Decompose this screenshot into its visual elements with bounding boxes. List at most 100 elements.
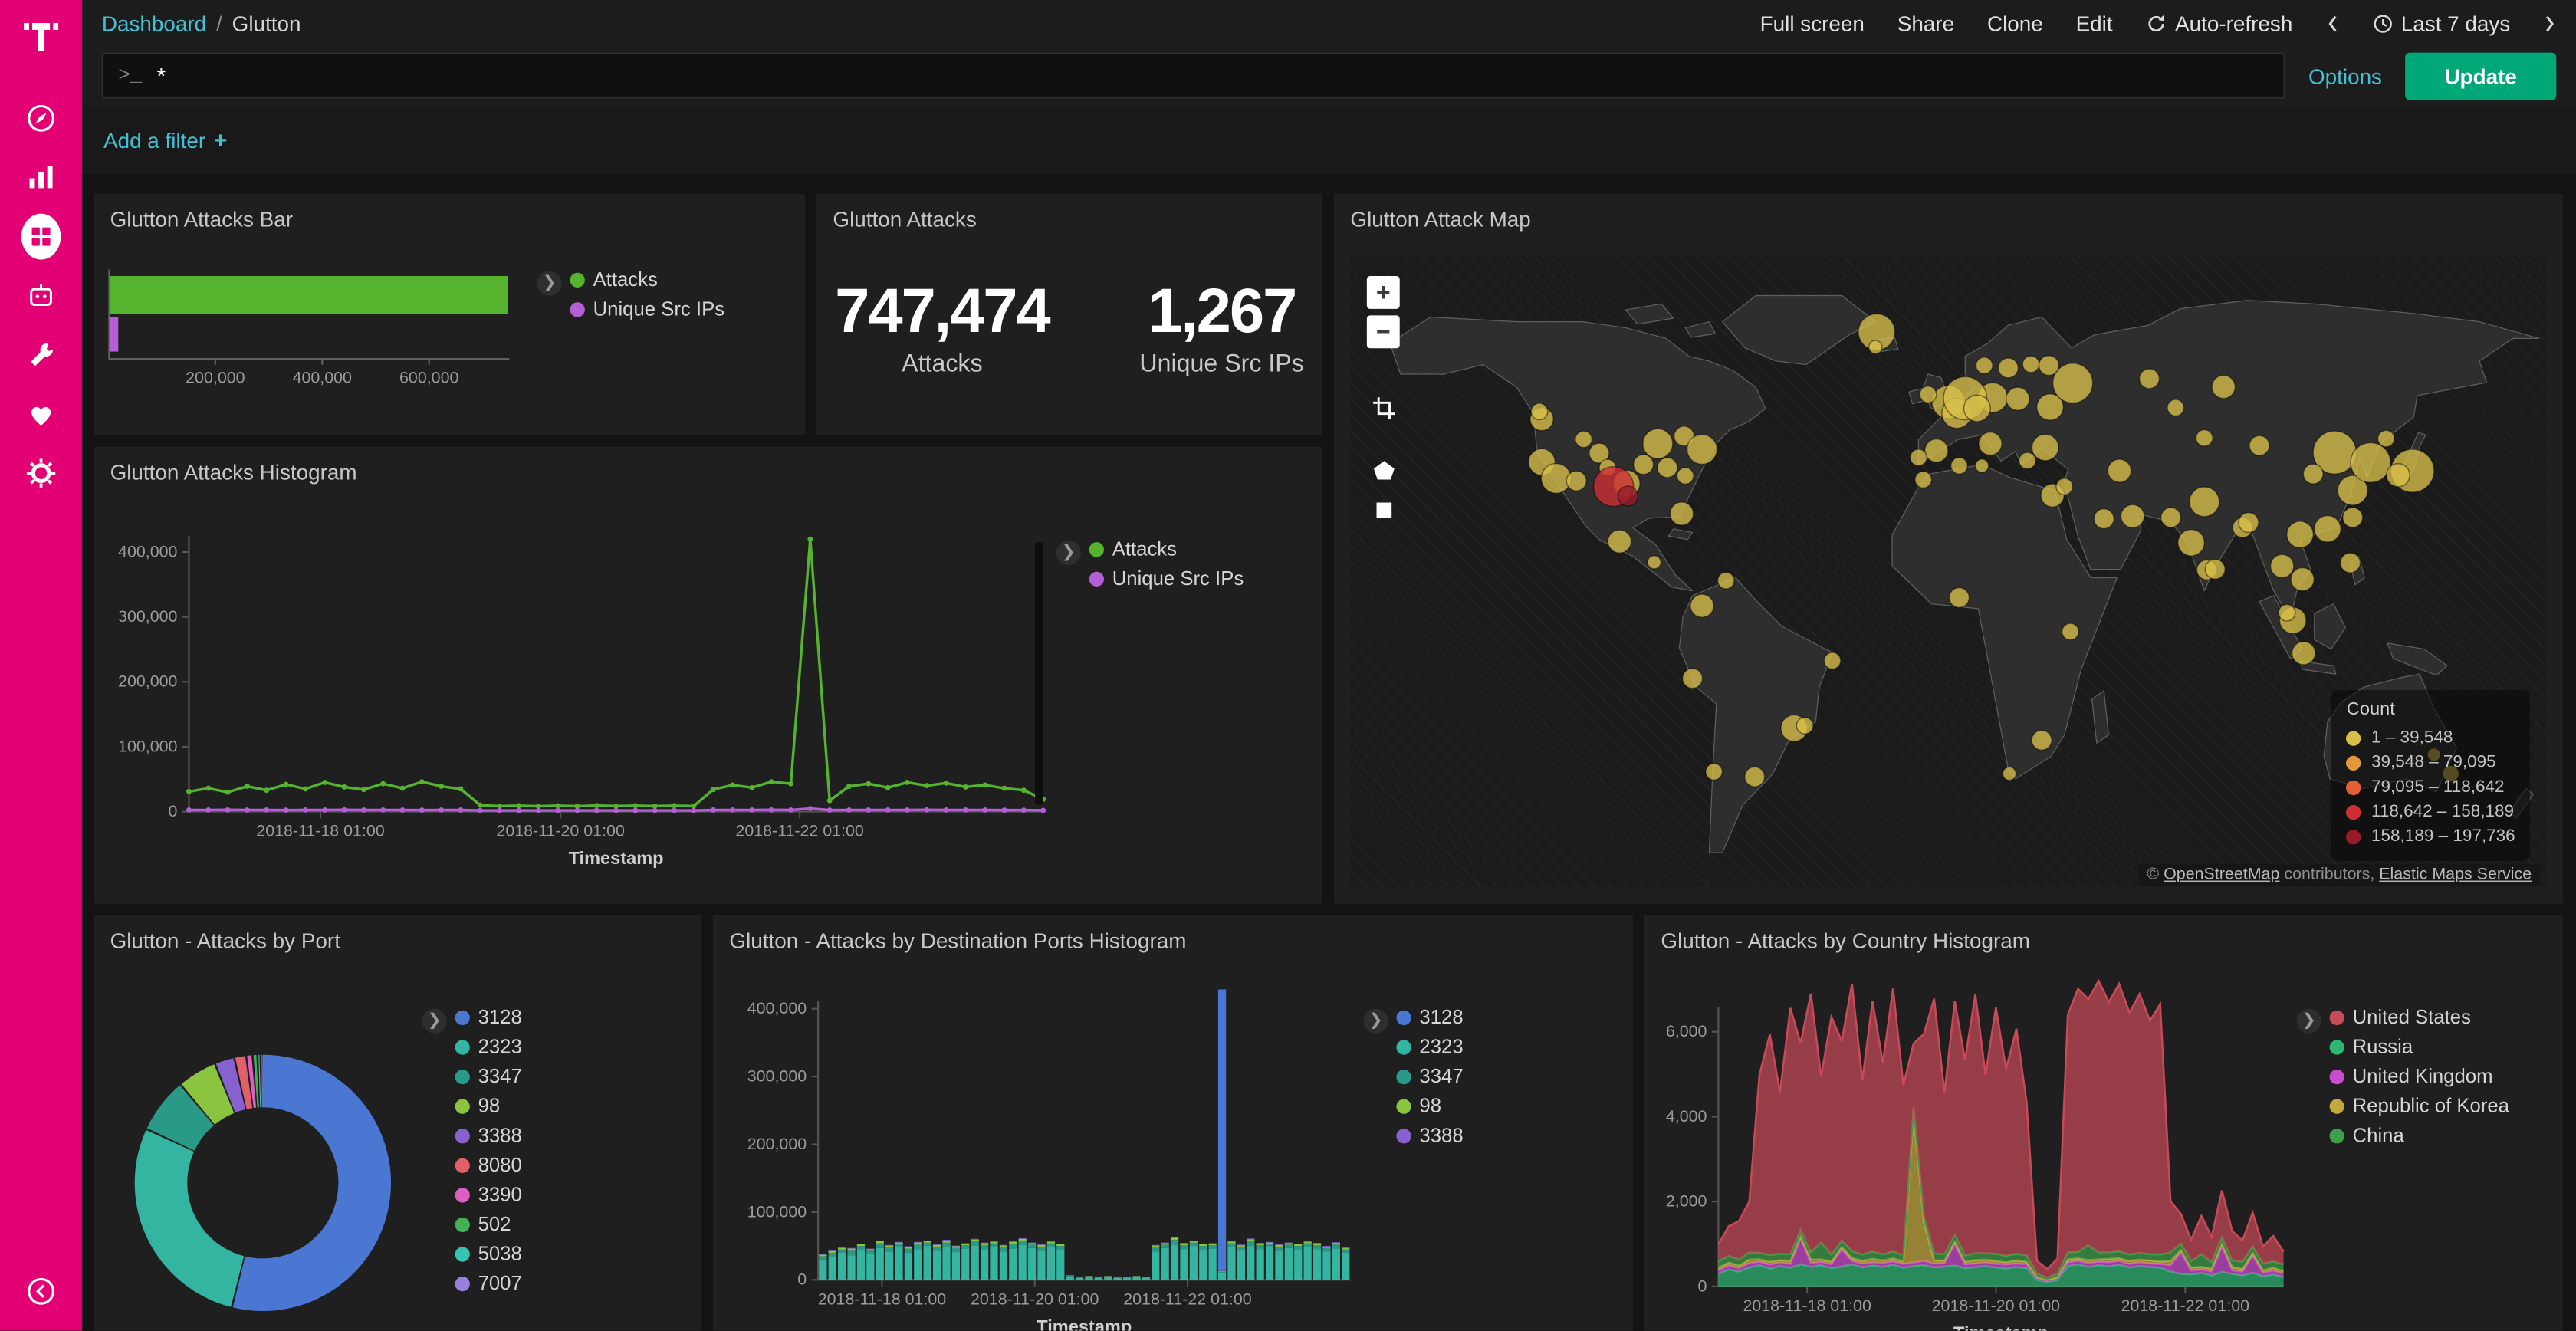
- stacked-bar-segment-3347[interactable]: [1304, 1244, 1312, 1247]
- stacked-bar-segment-98[interactable]: [876, 1241, 884, 1244]
- stacked-bar-segment-98[interactable]: [1257, 1244, 1264, 1245]
- stacked-bar-segment-3388[interactable]: [981, 1243, 988, 1244]
- stacked-bar-segment-3388[interactable]: [1322, 1246, 1330, 1247]
- sidebar-item-visualize[interactable]: [21, 158, 61, 197]
- stacked-bar-segment-98[interactable]: [961, 1244, 969, 1245]
- stacked-bar-segment-3347[interactable]: [1171, 1240, 1178, 1244]
- legend-item-3347[interactable]: 3347: [1396, 1066, 1463, 1088]
- legend-item-Attacks[interactable]: Attacks: [1089, 539, 1244, 560]
- stacked-bar-segment-3388[interactable]: [1047, 1241, 1055, 1242]
- attack-bubble[interactable]: [2292, 642, 2315, 665]
- attack-bubble[interactable]: [2022, 356, 2039, 373]
- attack-bubble[interactable]: [2178, 530, 2205, 557]
- stacked-bar-segment-98[interactable]: [1332, 1243, 1340, 1244]
- stacked-bar-segment-98[interactable]: [1247, 1239, 1254, 1241]
- stacked-bar-segment-2323[interactable]: [1028, 1248, 1036, 1280]
- attack-bubble[interactable]: [1691, 594, 1714, 617]
- stacked-bar-segment-2323[interactable]: [1237, 1250, 1245, 1280]
- stacked-bar-segment-3347[interactable]: [961, 1245, 969, 1248]
- stacked-bar-segment-3347[interactable]: [838, 1250, 846, 1253]
- stacked-bar-segment-98[interactable]: [1009, 1242, 1017, 1244]
- legend-item-Unique Src IPs[interactable]: Unique Src IPs: [1089, 568, 1244, 590]
- stacked-bar-segment-3388[interactable]: [895, 1242, 902, 1243]
- stacked-bar-segment-2323[interactable]: [924, 1246, 932, 1280]
- sidebar-item-discover[interactable]: [21, 99, 61, 138]
- stacked-bar-segment-2323[interactable]: [1152, 1251, 1159, 1280]
- stacked-bar-segment-98[interactable]: [1227, 1241, 1235, 1243]
- stacked-bar-segment-3388[interactable]: [1313, 1243, 1321, 1244]
- attack-bubble[interactable]: [2270, 554, 2293, 577]
- stacked-bar-segment-3388[interactable]: [971, 1239, 979, 1240]
- attack-bubble[interactable]: [1869, 340, 1882, 353]
- stacked-bar-segment-98[interactable]: [1237, 1245, 1245, 1247]
- attack-bubble[interactable]: [2249, 435, 2269, 455]
- stacked-bar-segment-3347[interactable]: [1009, 1244, 1017, 1248]
- stacked-bar-segment-2323[interactable]: [1285, 1248, 1293, 1280]
- stacked-bar-segment-98[interactable]: [1162, 1244, 1169, 1245]
- attack-bubble[interactable]: [1677, 468, 1694, 485]
- stacked-bar-segment-3347[interactable]: [1114, 1277, 1122, 1278]
- stacked-bar-segment-98[interactable]: [933, 1245, 941, 1247]
- stacked-bar-segment-3347[interactable]: [1056, 1246, 1064, 1250]
- attack-bubble[interactable]: [2343, 508, 2363, 527]
- stacked-bar-segment-2323[interactable]: [1342, 1253, 1349, 1280]
- attack-bubble[interactable]: [1915, 472, 1932, 488]
- query-options-link[interactable]: Options: [2308, 64, 2382, 88]
- attack-bubble[interactable]: [2062, 623, 2079, 640]
- stacked-bar-segment-98[interactable]: [981, 1244, 988, 1246]
- clone-button[interactable]: Clone: [1987, 11, 2043, 35]
- draw-rectangle-button[interactable]: [1367, 493, 1400, 526]
- time-forward-button[interactable]: [2543, 12, 2556, 34]
- draw-polygon-button[interactable]: [1367, 453, 1400, 486]
- stacked-bar-segment-2323[interactable]: [1266, 1247, 1273, 1280]
- sidebar-item-dashboard[interactable]: [21, 217, 61, 256]
- stacked-bar-segment-3388[interactable]: [1019, 1238, 1027, 1239]
- stacked-bar-segment-98[interactable]: [886, 1246, 893, 1247]
- stacked-bar-segment-98[interactable]: [952, 1247, 960, 1248]
- attack-bubble[interactable]: [1925, 439, 1948, 462]
- stacked-bar-segment-2323[interactable]: [1199, 1250, 1207, 1280]
- stacked-bar-segment-3347[interactable]: [1342, 1250, 1349, 1253]
- attack-bubble[interactable]: [2139, 369, 2159, 389]
- stacked-bar-segment-2323[interactable]: [1162, 1248, 1169, 1280]
- stacked-bar-segment-2323[interactable]: [1066, 1277, 1074, 1280]
- stacked-bar-segment-2323[interactable]: [1019, 1244, 1027, 1280]
- attack-bubble[interactable]: [1683, 669, 1703, 689]
- stacked-bar-segment-98[interactable]: [971, 1240, 979, 1241]
- attack-bubble[interactable]: [2039, 356, 2058, 376]
- stacked-bar-segment-2323[interactable]: [1227, 1247, 1235, 1280]
- stacked-bar-segment-2323[interactable]: [961, 1249, 969, 1280]
- legend-item-7007[interactable]: 7007: [455, 1273, 522, 1295]
- stacked-bar-segment-2323[interactable]: [829, 1257, 836, 1280]
- stacked-bar-segment-2323[interactable]: [886, 1251, 893, 1280]
- stacked-bar-segment-2323[interactable]: [1047, 1247, 1055, 1280]
- attack-bubble[interactable]: [2303, 464, 2323, 484]
- attack-bubble[interactable]: [1643, 429, 1673, 458]
- legend-item-United States[interactable]: United States: [2330, 1007, 2509, 1029]
- attack-bubble[interactable]: [1576, 431, 1592, 448]
- stacked-bar-segment-2323[interactable]: [847, 1255, 855, 1280]
- stacked-bar-segment-2323[interactable]: [1304, 1247, 1312, 1280]
- legend-item-3388[interactable]: 3388: [1396, 1126, 1463, 1147]
- panel-title[interactable]: Glutton Attack Map: [1334, 194, 2563, 235]
- legend-item-3390[interactable]: 3390: [455, 1185, 522, 1206]
- stacked-bar-segment-3388[interactable]: [914, 1242, 922, 1243]
- stacked-bar-segment-98[interactable]: [847, 1249, 855, 1251]
- time-back-button[interactable]: [2325, 12, 2338, 34]
- stacked-bar-segment-2323[interactable]: [1076, 1278, 1083, 1280]
- stacked-bar-segment-3347[interactable]: [1266, 1244, 1273, 1247]
- attack-bubble[interactable]: [2190, 487, 2220, 517]
- legend-item-3347[interactable]: 3347: [455, 1066, 522, 1088]
- stacked-bar-segment-3388[interactable]: [847, 1248, 855, 1249]
- stacked-bar-segment-98[interactable]: [866, 1250, 874, 1251]
- panel-title[interactable]: Glutton Attacks Histogram: [94, 447, 1322, 488]
- attack-bubble[interactable]: [1608, 530, 1631, 553]
- stacked-bar-segment-3347[interactable]: [1152, 1247, 1159, 1251]
- attack-bubble[interactable]: [2279, 604, 2295, 621]
- edit-button[interactable]: Edit: [2076, 11, 2113, 35]
- full-screen-button[interactable]: Full screen: [1760, 11, 1865, 35]
- stacked-bar-segment-98[interactable]: [1028, 1244, 1036, 1245]
- stacked-bar-segment-3388[interactable]: [819, 1254, 826, 1255]
- attack-bubble[interactable]: [2121, 504, 2144, 527]
- stacked-bar-segment-3388[interactable]: [1266, 1242, 1273, 1243]
